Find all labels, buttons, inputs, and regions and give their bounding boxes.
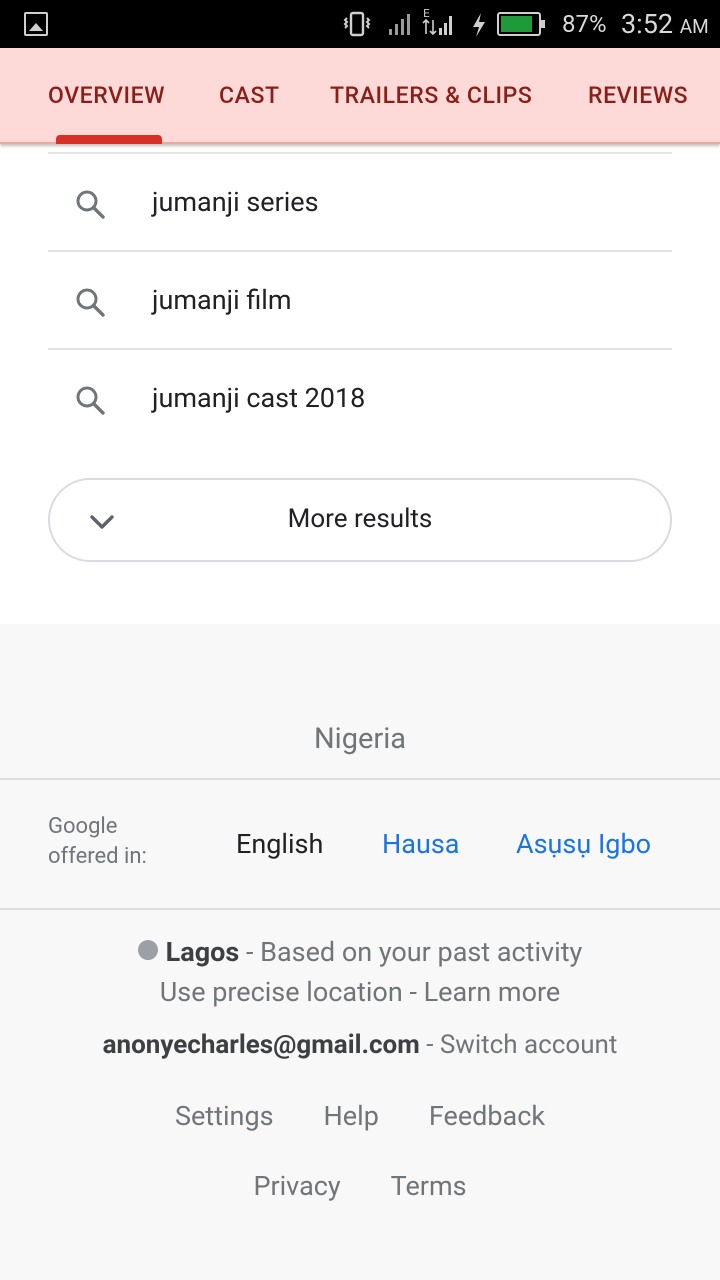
related-search-text: jumanji cast 2018 [152,382,366,414]
svg-text:E: E [423,7,430,20]
language-hausa-link[interactable]: Hausa [382,828,459,860]
scroll-fade [660,780,720,908]
location-source: - Based on your past activity [245,936,583,968]
tab-trailers-clips[interactable]: TRAILERS & CLIPS [330,82,532,109]
status-bar: E 87% 3:52 AM [0,0,720,48]
related-search-item[interactable]: jumanji film [48,250,672,348]
help-link[interactable]: Help [324,1100,379,1132]
language-selector: Google offered in: English Hausa Asụsụ I… [0,780,720,908]
tab-overview[interactable]: OVERVIEW [48,82,165,109]
offered-in-label: Google offered in: [48,812,147,872]
language-igbo-link[interactable]: Asụsụ Igbo [516,828,651,860]
account-line: anonyecharles@gmail.com - Switch account [0,1030,720,1060]
tab-bar: OVERVIEW CAST TRAILERS & CLIPS REVIEWS [0,48,720,144]
use-precise-location-link[interactable]: Use precise location [160,976,403,1008]
tab-reviews[interactable]: REVIEWS [588,82,688,109]
location-dot-icon [137,940,158,960]
language-english: English [236,828,324,860]
precise-location-line: Use precise location - Learn more [0,976,720,1008]
learn-more-link[interactable]: Learn more [424,976,561,1008]
battery-icon [497,12,545,36]
gallery-icon [24,12,48,36]
more-results-label: More results [287,504,433,534]
related-searches: jumanji series jumanji film jumanji cast… [48,152,672,446]
settings-link[interactable]: Settings [175,1100,274,1132]
feedback-link[interactable]: Feedback [429,1100,545,1132]
separator: - [409,976,417,1008]
privacy-link[interactable]: Privacy [253,1170,340,1202]
related-search-item[interactable]: jumanji cast 2018 [48,348,672,446]
divider [0,908,720,910]
footer: Nigeria Google offered in: English Hausa… [0,624,720,1280]
location-line: Lagos - Based on your past activity [0,936,720,968]
clock-ampm: AM [679,15,709,38]
location-city: Lagos [165,936,240,968]
switch-account-link[interactable]: - Switch account [426,1030,617,1060]
footer-links: Privacy Terms [0,1170,720,1202]
search-icon [76,190,105,219]
offered-in-line1: Google [48,814,118,839]
related-search-text: jumanji film [152,284,292,316]
signal-e-icon: E [422,7,452,36]
vibrate-icon [343,11,371,37]
offered-in-line2: offered in: [48,844,147,869]
country-label: Nigeria [313,722,407,756]
search-icon [76,288,105,317]
battery-percent: 87% [562,10,607,38]
clock-time: 3:52 [621,8,674,40]
more-results-button[interactable]: More results [48,478,672,562]
footer-links: Settings Help Feedback [0,1100,720,1132]
charging-icon [473,13,485,37]
tab-cast[interactable]: CAST [219,82,280,109]
terms-link[interactable]: Terms [391,1170,467,1202]
signal-icon [389,14,410,35]
related-search-item[interactable]: jumanji series [48,152,672,250]
tab-selected-indicator [56,135,162,144]
search-icon [76,386,105,415]
clock: 3:52 AM [621,8,709,40]
related-search-text: jumanji series [152,186,319,218]
account-email: anonyecharles@gmail.com [102,1030,420,1060]
